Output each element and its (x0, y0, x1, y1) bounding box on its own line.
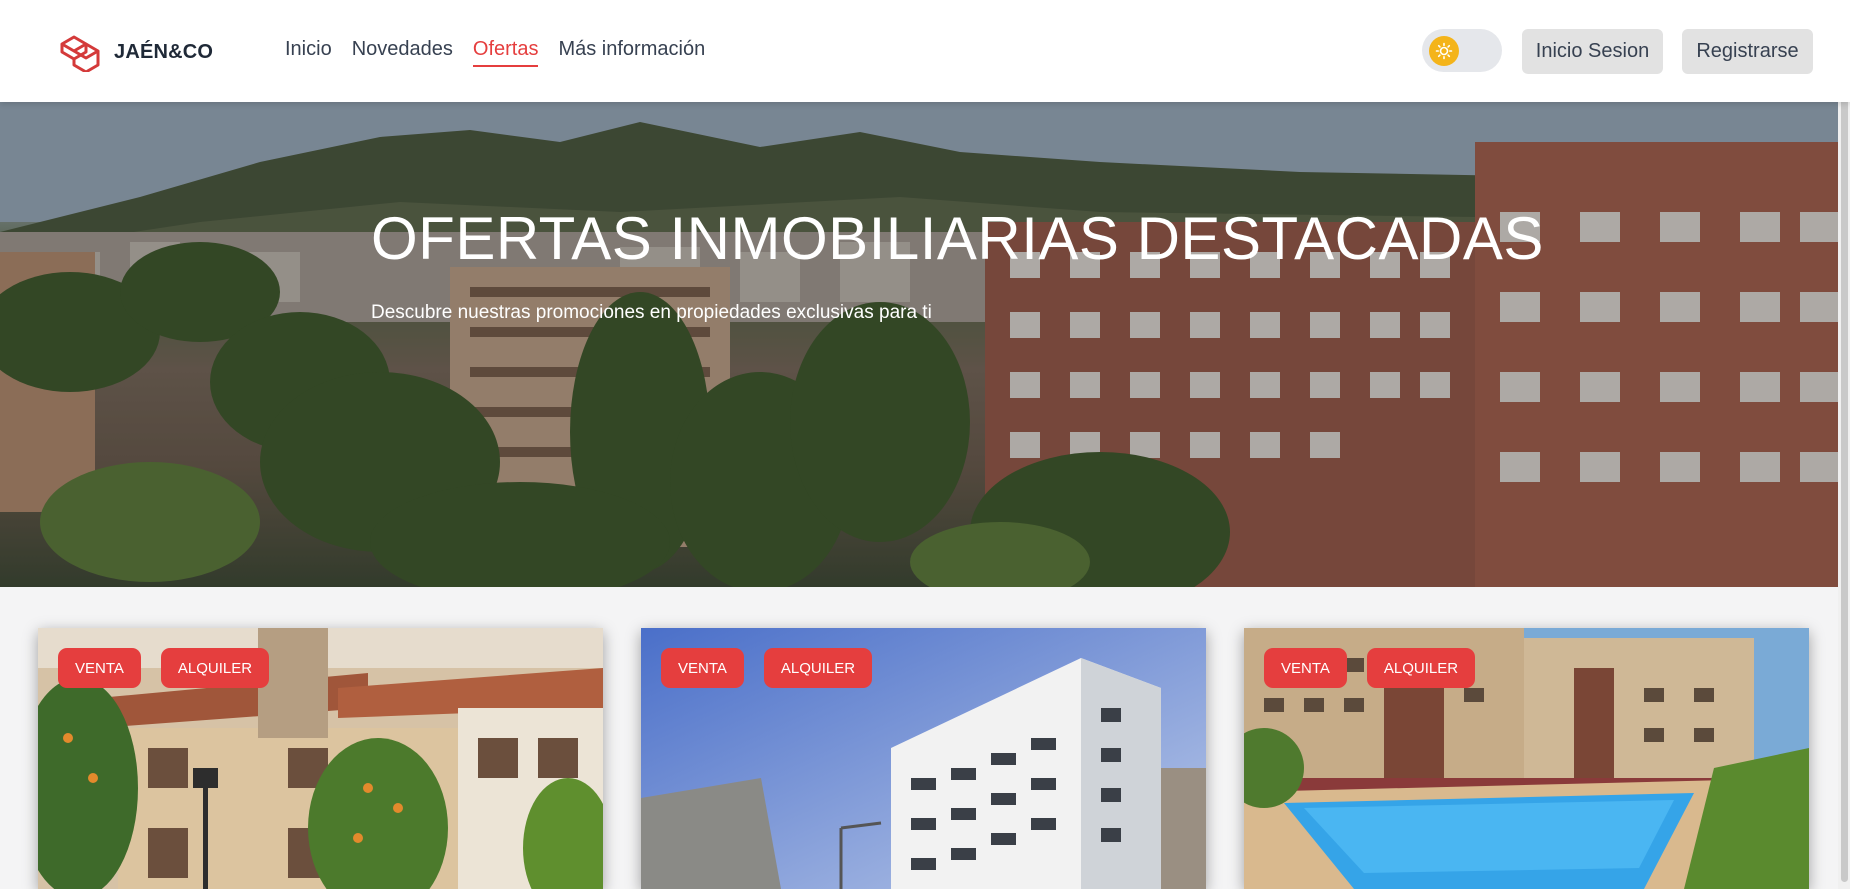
badge-alquiler[interactable]: ALQUILER (1366, 648, 1476, 688)
listing-badges: VENTA ALQUILER (661, 648, 873, 688)
badge-alquiler[interactable]: ALQUILER (160, 648, 270, 688)
badge-venta[interactable]: VENTA (661, 648, 744, 688)
toggle-knob (1429, 36, 1459, 66)
listing-card[interactable]: VENTA ALQUILER (38, 628, 603, 889)
register-button[interactable]: Registrarse (1682, 29, 1813, 74)
login-button[interactable]: Inicio Sesion (1522, 29, 1663, 74)
scrollbar-thumb[interactable] (1841, 2, 1848, 882)
theme-toggle[interactable] (1422, 29, 1502, 72)
badge-venta[interactable]: VENTA (1264, 648, 1347, 688)
brand-name: JAÉN&CO (114, 40, 214, 63)
badge-venta[interactable]: VENTA (58, 648, 141, 688)
badge-alquiler[interactable]: ALQUILER (763, 648, 873, 688)
nav-link-ofertas[interactable]: Ofertas (472, 38, 539, 67)
listing-card[interactable]: VENTA ALQUILER (641, 628, 1206, 889)
nav-link-novedades[interactable]: Novedades (352, 38, 453, 67)
listing-badges: VENTA ALQUILER (58, 648, 270, 688)
logo-icon (60, 35, 100, 72)
hero-subtitle: Descubre nuestras promociones en propied… (371, 302, 932, 323)
sun-icon (1435, 42, 1453, 60)
listing-badges: VENTA ALQUILER (1264, 648, 1476, 688)
listing-card[interactable]: VENTA ALQUILER (1244, 628, 1809, 889)
nav-link-mas-informacion[interactable]: Más información (558, 38, 705, 67)
hero-banner: OFERTAS INMOBILIARIAS DESTACADAS Descubr… (0, 102, 1850, 587)
brand-logo[interactable]: JAÉN&CO (56, 32, 213, 72)
site-header: JAÉN&CO Inicio Novedades Ofertas Más inf… (0, 0, 1850, 102)
hero-title: OFERTAS INMOBILIARIAS DESTACADAS (371, 205, 1544, 272)
hero-overlay (0, 102, 1850, 587)
nav-link-inicio[interactable]: Inicio (285, 38, 332, 67)
main-nav: Inicio Novedades Ofertas Más información (285, 38, 705, 67)
